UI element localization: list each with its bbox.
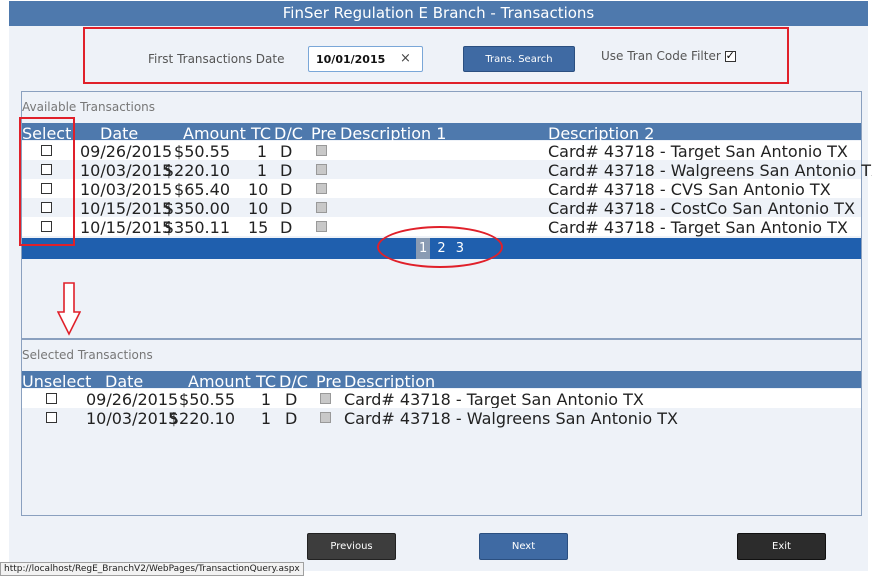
row-date: 10/03/2015 <box>80 161 173 180</box>
row-dc: D <box>280 218 293 237</box>
pre-indicator <box>316 202 327 213</box>
row-tc: 1 <box>256 142 267 161</box>
row-amount: $350.11 <box>163 218 230 237</box>
row-dc: D <box>285 409 298 428</box>
row-amount: $220.10 <box>163 161 230 180</box>
row-dc: D <box>285 390 298 409</box>
row-tc: 1 <box>260 390 271 409</box>
row-date: 09/26/2015 <box>80 142 173 161</box>
available-transactions-title: Available Transactions <box>22 100 156 114</box>
row-date: 09/26/2015 <box>86 390 179 409</box>
window-title: FinSer Regulation E Branch - Transaction… <box>9 1 868 26</box>
available-transactions-panel: Available Transactions Select Date Amoun… <box>21 91 872 339</box>
row-tc: 15 <box>248 218 269 237</box>
tran-code-filter-checkbox[interactable] <box>724 49 736 62</box>
row-date: 10/15/2015 <box>80 199 173 218</box>
row-date: 10/03/2015 <box>80 180 173 199</box>
row-desc: Card# 43718 - Target San Antonio TX <box>344 390 644 409</box>
down-arrow-icon <box>57 282 81 336</box>
row-date: 10/15/2015 <box>80 218 173 237</box>
exit-button[interactable]: Exit <box>737 533 826 560</box>
status-bar-url: http://localhost/RegE_BranchV2/WebPages/… <box>0 562 304 576</box>
row-dc: D <box>280 180 293 199</box>
available-table-header: Select Date Amount TC D/C Pre Descriptio… <box>22 123 861 143</box>
row-tc: 1 <box>260 409 271 428</box>
row-date: 10/03/2015 <box>86 409 179 428</box>
first-date-label: First Transactions Date <box>148 52 285 66</box>
table-row: 10/03/2015 $220.10 1 D Card# 43718 - Wal… <box>22 408 861 428</box>
pre-indicator <box>316 164 327 175</box>
table-row: 10/15/2015 $350.00 10 D Card# 43718 - Co… <box>22 198 861 218</box>
row-desc2: Card# 43718 - Target San Antonio TX <box>548 142 848 161</box>
previous-button[interactable]: Previous <box>307 533 396 560</box>
table-row: 09/26/2015 $50.55 1 D Card# 43718 - Targ… <box>22 389 861 409</box>
pre-indicator <box>316 145 327 156</box>
row-tc: 10 <box>248 180 269 199</box>
unselect-checkbox[interactable] <box>46 393 57 404</box>
row-tc: 1 <box>256 161 267 180</box>
pager-annotation <box>377 226 503 268</box>
selected-transactions-panel: Selected Transactions Unselect Date Amou… <box>21 339 862 516</box>
row-desc2: Card# 43718 - Target San Antonio TX <box>548 218 848 237</box>
row-dc: D <box>280 199 293 218</box>
tran-code-filter: Use Tran Code Filter <box>601 49 736 63</box>
row-amount: $220.10 <box>168 409 235 428</box>
table-row: 10/03/2015 $220.10 1 D Card# 43718 - Wal… <box>22 160 872 180</box>
trans-search-button[interactable]: Trans. Search <box>463 46 575 72</box>
row-desc2: Card# 43718 - CVS San Antonio TX <box>548 180 831 199</box>
pre-indicator <box>320 393 331 404</box>
table-row: 09/26/2015 $50.55 1 D Card# 43718 - Targ… <box>22 141 861 161</box>
row-tc: 10 <box>248 199 269 218</box>
row-amount: $50.55 <box>174 142 230 161</box>
selected-table-header: Unselect Date Amount TC D/C Pre Descript… <box>22 371 861 391</box>
row-amount: $65.40 <box>174 180 230 199</box>
row-amount: $350.00 <box>163 199 230 218</box>
unselect-checkbox[interactable] <box>46 412 57 423</box>
close-icon[interactable]: × <box>400 51 411 66</box>
row-desc: Card# 43718 - Walgreens San Antonio TX <box>344 409 678 428</box>
row-desc2: Card# 43718 - Walgreens San Antonio TX <box>548 161 872 180</box>
table-row: 10/03/2015 $65.40 10 D Card# 43718 - CVS… <box>22 179 861 199</box>
pre-indicator <box>316 183 327 194</box>
row-dc: D <box>280 161 293 180</box>
pre-indicator <box>316 221 327 232</box>
row-dc: D <box>280 142 293 161</box>
tran-code-filter-label: Use Tran Code Filter <box>601 49 721 63</box>
row-amount: $50.55 <box>179 390 235 409</box>
next-button[interactable]: Next <box>479 533 568 560</box>
pre-indicator <box>320 412 331 423</box>
selected-transactions-title: Selected Transactions <box>22 348 153 362</box>
row-desc2: Card# 43718 - CostCo San Antonio TX <box>548 199 855 218</box>
select-column-annotation <box>19 117 75 246</box>
